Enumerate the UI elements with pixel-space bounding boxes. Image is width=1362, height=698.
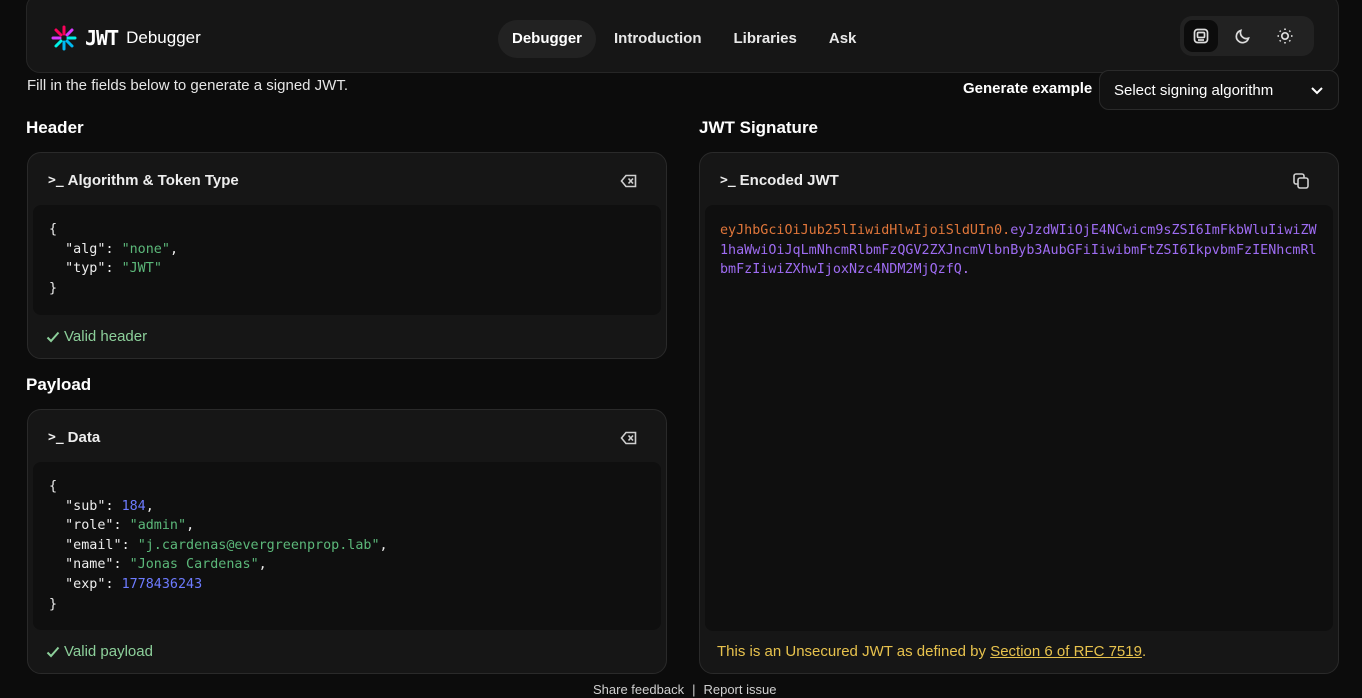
header-section-title: Header (26, 118, 84, 137)
header-json-editor[interactable]: { "alg": "none", "typ": "JWT" } (33, 205, 661, 315)
system-icon (1193, 28, 1209, 44)
header-typ-value: JWT (129, 261, 154, 277)
sun-icon (1277, 28, 1293, 44)
report-issue-link[interactable]: Report issue (703, 682, 776, 697)
main-nav: Debugger Introduction Libraries Ask (498, 20, 870, 58)
footer: Share feedback | Report issue (593, 682, 776, 697)
nav-tab-ask[interactable]: Ask (815, 20, 871, 58)
share-feedback-link[interactable]: Share feedback (593, 682, 684, 697)
warning-suffix: . (1141, 643, 1147, 660)
payload-json-editor[interactable]: { "sub": 184, "role": "admin", "email": … (33, 462, 661, 630)
payload-email-value: j.cardenas@evergreenprop.lab (145, 537, 372, 553)
generate-example-label: Generate example (963, 80, 1093, 97)
top-navigation-bar: JWT Debugger Debugger Introduction Libra… (26, 0, 1339, 73)
clear-icon (620, 174, 637, 188)
payload-status-text: Valid payload (64, 643, 153, 660)
signing-algorithm-select[interactable]: Select signing algorithm (1099, 70, 1339, 110)
header-alg-value: none (129, 241, 162, 257)
check-icon (46, 331, 60, 342)
payload-panel-title: >_ Data (48, 429, 100, 446)
payload-section-title: Payload (26, 375, 92, 394)
header-panel-title-text: Algorithm & Token Type (67, 172, 239, 189)
intro-text: Fill in the fields below to generate a s… (27, 77, 348, 94)
clear-icon (620, 431, 637, 445)
header-status-text: Valid header (64, 328, 148, 345)
jwt-logo-icon (51, 25, 77, 51)
payload-sub-value: 184 (121, 498, 146, 514)
clear-header-button[interactable] (620, 172, 640, 192)
chevron-down-icon (1311, 87, 1323, 95)
nav-tab-debugger[interactable]: Debugger (498, 20, 597, 58)
unsecured-jwt-warning: This is an Unsecured JWT as defined by S… (717, 643, 1146, 660)
warning-text: This is an Unsecured JWT as defined by (717, 643, 991, 660)
nav-tab-introduction[interactable]: Introduction (600, 20, 715, 58)
brand-name: Debugger (126, 28, 201, 47)
terminal-prompt-icon: >_ (720, 173, 736, 188)
brand-logo-text: JWT (85, 26, 119, 50)
footer-separator: | (692, 682, 696, 697)
payload-panel-title-text: Data (67, 429, 101, 446)
nav-tab-libraries[interactable]: Libraries (720, 20, 811, 58)
terminal-prompt-icon: >_ (48, 173, 64, 188)
jwt-separator: . (961, 262, 970, 277)
copy-icon (1293, 173, 1309, 189)
terminal-prompt-icon: >_ (48, 430, 64, 445)
rfc-link[interactable]: Section 6 of RFC 7519 (990, 643, 1142, 660)
encoded-panel-title-text: Encoded JWT (739, 172, 839, 189)
header-status: Valid header (46, 328, 147, 345)
theme-dark-button[interactable] (1226, 20, 1260, 52)
header-panel: >_ Algorithm & Token Type { "alg": "none… (27, 152, 667, 359)
signature-section-title: JWT Signature (699, 118, 819, 137)
moon-icon (1235, 29, 1250, 44)
encoded-jwt-panel: >_ Encoded JWT eyJhbGciOiJub25lIiwidHlwI… (699, 152, 1339, 674)
encoded-jwt-output[interactable]: eyJhbGciOiJub25lIiwidHlwIjoiSldUIn0.eyJz… (705, 205, 1333, 631)
select-value: Select signing algorithm (1114, 81, 1274, 99)
payload-exp-value: 1778436243 (121, 576, 203, 592)
encoded-panel-title: >_ Encoded JWT (720, 172, 839, 189)
payload-role-value: admin (137, 518, 178, 534)
jwt-header-segment: eyJhbGciOiJub25lIiwidHlwIjoiSldUIn0 (720, 223, 1003, 238)
payload-status: Valid payload (46, 643, 153, 660)
payload-name-value: Jonas Cardenas (137, 557, 251, 573)
theme-system-button[interactable] (1184, 20, 1218, 52)
payload-panel: >_ Data { "sub": 184, "role": "admin", "… (27, 409, 667, 674)
check-icon (46, 646, 60, 657)
clear-payload-button[interactable] (620, 429, 640, 449)
copy-jwt-button[interactable] (1292, 172, 1312, 192)
theme-light-button[interactable] (1268, 20, 1302, 52)
brand[interactable]: JWT Debugger (51, 25, 201, 51)
theme-switcher (1180, 16, 1314, 56)
header-panel-title: >_ Algorithm & Token Type (48, 172, 239, 189)
